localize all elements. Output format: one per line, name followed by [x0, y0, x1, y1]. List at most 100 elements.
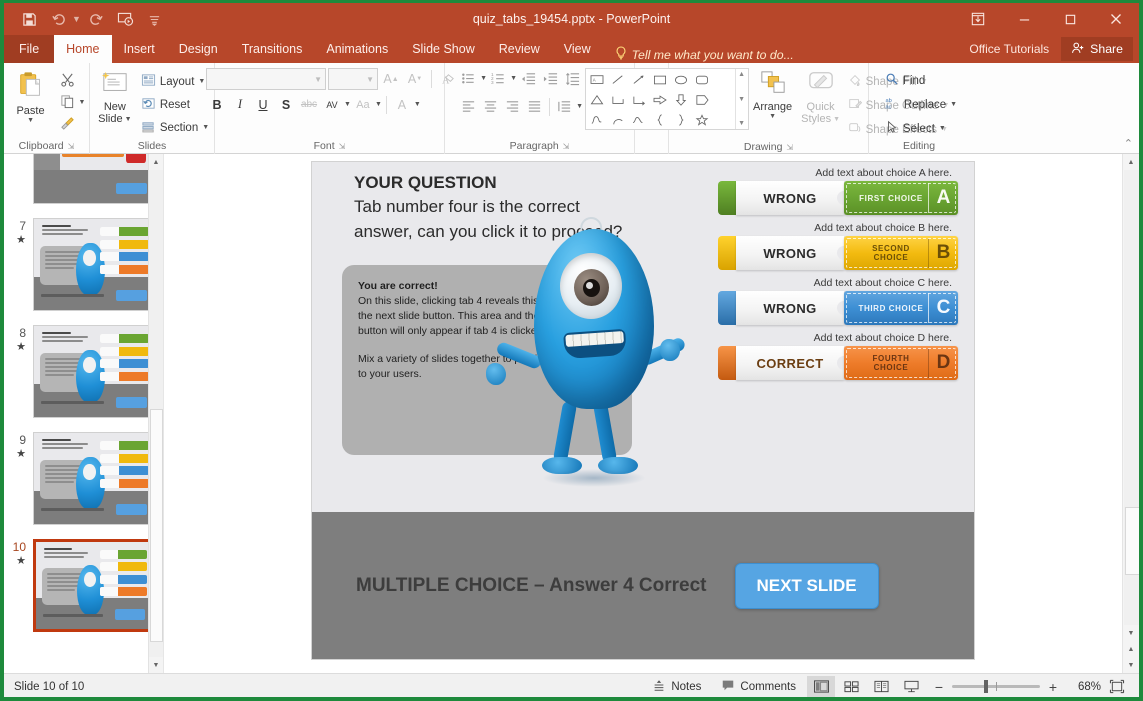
choice-a-body[interactable]: FIRST CHOICE A	[844, 181, 958, 215]
redo-icon[interactable]	[84, 7, 110, 31]
elbow-arrow-shape-icon[interactable]	[629, 90, 650, 110]
line-spacing-icon[interactable]	[562, 68, 583, 89]
thumbnail-scroll-track[interactable]	[148, 170, 163, 657]
thumbnail-scroll-down-icon[interactable]: ▼	[148, 657, 163, 673]
next-slide-icon[interactable]: ▼	[1122, 657, 1139, 673]
slide-show-view-icon[interactable]	[897, 676, 925, 698]
triangle-shape-icon[interactable]	[587, 90, 608, 110]
change-case-dropdown-icon[interactable]: ▼	[375, 101, 382, 108]
select-dropdown-icon[interactable]: ▼	[939, 125, 946, 132]
choice-d[interactable]: Add text about choice D here. CORRECT FO…	[718, 331, 958, 380]
save-icon[interactable]	[16, 7, 42, 31]
choice-d-ticket[interactable]: CORRECT FOURTH CHOICE D	[718, 346, 958, 380]
account-name[interactable]: Office Tutorials	[957, 42, 1061, 56]
thumbnail-frame[interactable]	[33, 218, 155, 311]
maximize-icon[interactable]	[1047, 3, 1093, 35]
arrange-button[interactable]: Arrange ▼	[749, 68, 797, 120]
zoom-slider[interactable]	[952, 680, 1040, 693]
columns-dropdown-icon[interactable]: ▼	[576, 103, 583, 110]
font-color-icon[interactable]: A	[391, 94, 413, 115]
choice-b-body[interactable]: SECOND CHOICE B	[844, 236, 958, 270]
choice-a[interactable]: Add text about choice A here. WRONG FIRS…	[718, 166, 958, 215]
tab-file[interactable]: File	[4, 35, 55, 63]
columns-icon[interactable]	[554, 96, 575, 117]
tab-insert[interactable]: Insert	[112, 35, 167, 63]
collapse-ribbon-icon[interactable]: ⌃	[1124, 137, 1133, 150]
scribble-shape-icon[interactable]	[587, 110, 608, 130]
copy-button[interactable]: ▼	[57, 92, 89, 113]
reading-view-icon[interactable]	[867, 676, 895, 698]
change-case-icon[interactable]: Aa	[352, 94, 374, 115]
shapes-scroll-up-icon[interactable]: ▲	[738, 71, 745, 78]
comments-button[interactable]: Comments	[712, 676, 805, 698]
slide-scroll-down-icon[interactable]: ▼	[1122, 625, 1139, 641]
slide-sorter-view-icon[interactable]	[837, 676, 865, 698]
numbering-icon[interactable]: 123	[488, 68, 509, 89]
list-item[interactable]: 7 ★	[4, 211, 163, 318]
shapes-more-2[interactable]	[713, 90, 734, 110]
ribbon-display-options-icon[interactable]	[955, 3, 1001, 35]
choice-b[interactable]: Add text about choice B here. WRONG SECO…	[718, 221, 958, 270]
undo-icon[interactable]	[45, 7, 71, 31]
next-slide-button[interactable]: NEXT SLIDE	[734, 562, 879, 609]
pentagon-shape-icon[interactable]	[692, 90, 713, 110]
choice-b-ticket[interactable]: WRONG SECOND CHOICE B	[718, 236, 958, 270]
underline-icon[interactable]: U	[252, 94, 274, 115]
font-name-input[interactable]: ▼	[206, 68, 326, 90]
numbering-dropdown-icon[interactable]: ▼	[510, 75, 517, 82]
decrease-font-size-icon[interactable]: A ▼	[404, 69, 426, 90]
list-item[interactable]: 6 ★	[4, 154, 163, 211]
slide-scroll-track[interactable]	[1123, 170, 1139, 625]
strikethrough-icon[interactable]: abc	[298, 94, 320, 115]
undo-dropdown-icon[interactable]: ▼	[72, 14, 81, 24]
rectangle-shape-icon[interactable]	[650, 70, 671, 90]
choice-c-body[interactable]: THIRD CHOICE C	[844, 291, 958, 325]
italic-icon[interactable]: I	[229, 94, 251, 115]
copy-dropdown-icon[interactable]: ▼	[79, 99, 86, 106]
align-right-icon[interactable]	[502, 96, 523, 117]
increase-font-size-icon[interactable]: A ▲	[380, 69, 402, 90]
new-slide-dropdown-icon[interactable]: ▼	[125, 116, 132, 123]
shapes-more-icon[interactable]: ▼	[738, 120, 745, 127]
format-painter-button[interactable]	[57, 114, 89, 135]
tab-home[interactable]: Home	[54, 35, 112, 63]
new-slide-button[interactable]: New Slide ▼	[92, 68, 138, 125]
cut-button[interactable]	[57, 70, 89, 91]
shapes-scroll-down-icon[interactable]: ▼	[738, 96, 745, 103]
rounded-rectangle-shape-icon[interactable]	[692, 70, 713, 90]
close-icon[interactable]	[1093, 3, 1139, 35]
replace-dropdown-icon[interactable]: ▼	[950, 101, 957, 108]
curve-shape-icon[interactable]	[629, 110, 650, 130]
tab-transitions[interactable]: Transitions	[230, 35, 315, 63]
slide-editing-stage[interactable]: YOUR QUESTION Tab number four is the cor…	[164, 154, 1122, 673]
choice-d-body[interactable]: FOURTH CHOICE D	[844, 346, 958, 380]
thumbnail-frame[interactable]	[33, 432, 155, 525]
arc-shape-icon[interactable]	[608, 110, 629, 130]
thumbnail-frame-selected[interactable]	[33, 539, 155, 632]
start-presentation-icon[interactable]	[113, 7, 139, 31]
increase-list-level-icon[interactable]	[540, 68, 561, 89]
clipboard-dialog-launcher[interactable]: ⇲	[68, 139, 75, 154]
fit-slide-to-window-icon[interactable]	[1103, 676, 1131, 698]
line-shape-icon[interactable]	[608, 70, 629, 90]
thumbnail-frame[interactable]	[33, 325, 155, 418]
notes-button[interactable]: Notes	[643, 676, 710, 698]
paragraph-dialog-launcher[interactable]: ⇲	[563, 139, 570, 154]
zoom-level-label[interactable]: 68%	[1067, 681, 1101, 693]
choice-a-ticket[interactable]: WRONG FIRST CHOICE A	[718, 181, 958, 215]
down-arrow-shape-icon[interactable]	[671, 90, 692, 110]
arrange-dropdown-icon[interactable]: ▼	[769, 113, 776, 120]
right-brace-shape-icon[interactable]	[671, 110, 692, 130]
align-center-icon[interactable]	[480, 96, 501, 117]
share-button[interactable]: Share	[1061, 37, 1133, 61]
thumbnail-scroll-handle[interactable]	[149, 408, 163, 643]
font-name-dropdown-icon[interactable]: ▼	[314, 75, 322, 84]
monster-character-image[interactable]	[486, 216, 687, 507]
tell-me-box[interactable]: Tell me what you want to do...	[603, 46, 802, 63]
replace-button[interactable]: ab ac Replace ▼	[882, 94, 960, 115]
choice-c[interactable]: Add text about choice C here. WRONG THIR…	[718, 276, 958, 325]
slide-scroll-handle[interactable]	[1124, 506, 1139, 575]
tab-animations[interactable]: Animations	[314, 35, 400, 63]
bullets-icon[interactable]	[458, 68, 479, 89]
choice-c-ticket[interactable]: WRONG THIRD CHOICE C	[718, 291, 958, 325]
